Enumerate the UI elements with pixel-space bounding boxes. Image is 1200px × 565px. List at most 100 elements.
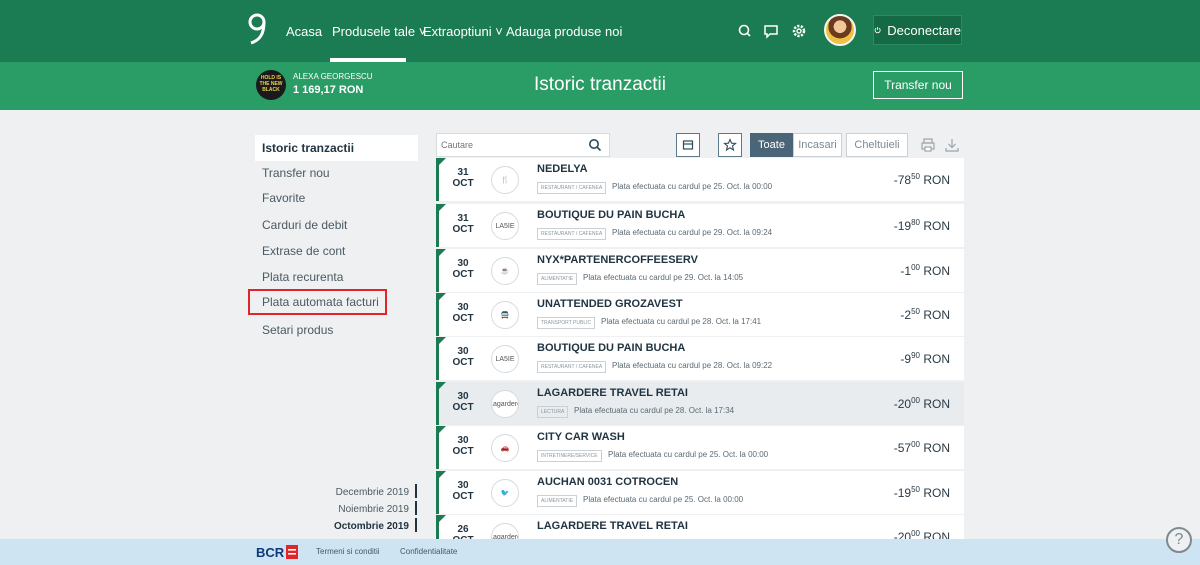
- category-badge: INTRETINERE/SERVICE: [537, 450, 602, 462]
- transaction-description: Plata efectuata cu cardul pe 25. Oct. la…: [612, 182, 773, 191]
- merchant-name: BOUTIQUE DU PAIN BUCHA: [537, 209, 686, 221]
- merchant-name: NYX*PARTENERCOFFEESERV: [537, 254, 698, 266]
- category-badge: ALIMENTATIE: [537, 273, 578, 285]
- row-flag: [436, 158, 446, 168]
- month-decembrie[interactable]: Decembrie 2019: [336, 487, 409, 498]
- transaction-day: 30: [457, 346, 469, 357]
- logout-button[interactable]: Deconectare: [873, 15, 962, 45]
- month-marker: [415, 518, 417, 532]
- transaction-month: OCT: [452, 402, 474, 413]
- transaction-row[interactable]: 31 OCT 🍴 NEDELYA RESTAURANT / CAFENEA Plata e…: [436, 158, 964, 201]
- nav-produsele-tale[interactable]: Produsele tale ˅: [332, 24, 426, 39]
- transaction-description: Plata efectuata cu cardul pe 28. Oct. la…: [574, 406, 735, 415]
- merchant-logo-icon: 🚍: [491, 301, 519, 329]
- month-octombrie[interactable]: Octombrie 2019: [334, 521, 409, 532]
- account-header: HOLD IS THE NEW BLACK ALEXA GEORGESCU 1 …: [0, 62, 1200, 110]
- month-marker: [415, 484, 417, 498]
- merchant-name: NEDELYA: [537, 163, 588, 175]
- george-logo-icon[interactable]: [246, 12, 268, 46]
- transaction-amount: -1980 RON: [893, 218, 950, 233]
- transaction-row[interactable]: 30 OCT ☕ NYX*PARTENERCOFFEESERV ALIMENTATIE P…: [436, 249, 964, 292]
- search-icon[interactable]: [736, 22, 754, 40]
- transaction-month: OCT: [452, 224, 474, 235]
- transaction-day: 30: [457, 435, 469, 446]
- sidebar-item-favorite[interactable]: Favorite: [255, 185, 418, 211]
- transaction-day: 26: [457, 524, 469, 535]
- transaction-day: 30: [457, 391, 469, 402]
- transaction-amount: -5700 RON: [893, 440, 950, 455]
- page-title: Istoric tranzactii: [534, 74, 666, 95]
- sidebar-item-plata-recurenta[interactable]: Plata recurenta: [255, 264, 418, 290]
- transaction-date: 31 OCT: [449, 167, 477, 189]
- nav-extraoptiuni[interactable]: Extraoptiuni ˅: [423, 24, 503, 39]
- merchant-logo-icon: 🐦: [491, 479, 519, 507]
- filter-incasari[interactable]: Incasari: [793, 133, 842, 157]
- transaction-date: 31 OCT: [449, 213, 477, 235]
- transfer-nou-button[interactable]: Transfer nou: [873, 71, 963, 99]
- transaction-description: Plata efectuata cu cardul pe 25. Oct. la…: [608, 450, 769, 459]
- transaction-row[interactable]: 30 OCT LA5IE BOUTIQUE DU PAIN BUCHA RESTAURA…: [436, 337, 964, 380]
- merchant-name: CITY CAR WASH: [537, 431, 625, 443]
- month-marker: [415, 501, 417, 515]
- search-icon[interactable]: [588, 138, 602, 152]
- transaction-day: 31: [457, 167, 469, 178]
- nav-adauga-produse[interactable]: Adauga produse noi: [506, 24, 622, 39]
- transaction-row[interactable]: 30OCT Lagardere LAGARDERE TRAVEL RETAI LECT…: [436, 382, 964, 425]
- transaction-day: 31: [457, 213, 469, 224]
- settings-icon[interactable]: [790, 22, 808, 40]
- search-box: [436, 133, 610, 157]
- merchant-name: UNATTENDED GROZAVEST: [537, 298, 683, 310]
- transaction-month: OCT: [452, 491, 474, 502]
- download-icon[interactable]: [944, 137, 960, 153]
- user-avatar[interactable]: [824, 14, 856, 46]
- merchant-name: LAGARDERE TRAVEL RETAI: [537, 387, 688, 399]
- transaction-row[interactable]: 31 OCT LA5IE BOUTIQUE DU PAIN BUCHA RESTAURA…: [436, 204, 964, 247]
- month-noiembrie[interactable]: Noiembrie 2019: [338, 504, 409, 515]
- footer-link-termeni[interactable]: Termeni si conditii: [316, 547, 380, 556]
- merchant-logo-icon: 🚗: [491, 434, 519, 462]
- transaction-amount: -1950 RON: [893, 485, 950, 500]
- card-view-button[interactable]: [676, 133, 700, 157]
- transaction-month: OCT: [452, 313, 474, 324]
- help-button[interactable]: ?: [1166, 527, 1192, 553]
- bcr-logo[interactable]: BCR: [256, 545, 284, 560]
- transaction-description: Plata efectuata cu cardul pe 28. Oct. la…: [612, 361, 773, 370]
- merchant-logo-icon: ☕: [491, 257, 519, 285]
- top-navbar: Acasa Produsele tale ˅ Extraoptiuni ˅ Ad…: [0, 0, 1200, 62]
- merchant-logo-icon: 🍴: [491, 166, 519, 194]
- sidebar-item-setari[interactable]: Setari produs: [255, 317, 418, 343]
- transaction-month: OCT: [452, 357, 474, 368]
- sidebar-item-carduri[interactable]: Carduri de debit: [255, 212, 418, 238]
- transaction-day: 30: [457, 258, 469, 269]
- filter-toate[interactable]: Toate: [750, 133, 793, 157]
- transaction-amount: -990 RON: [900, 351, 950, 366]
- merchant-name: BOUTIQUE DU PAIN BUCHA: [537, 342, 686, 354]
- category-badge: RESTAURANT / CAFENEA: [537, 228, 607, 240]
- transaction-month: OCT: [452, 446, 474, 457]
- row-flag: [436, 293, 446, 303]
- nav-acasa[interactable]: Acasa: [286, 24, 322, 39]
- sidebar-item-plata-automata[interactable]: Plata automata facturi: [248, 289, 387, 315]
- transaction-amount: -250 RON: [900, 307, 950, 322]
- chat-icon[interactable]: [762, 22, 780, 40]
- power-icon: [874, 26, 881, 34]
- transaction-month: OCT: [452, 178, 474, 189]
- merchant-name: AUCHAN 0031 COTROCEN: [537, 476, 679, 488]
- transaction-description: Plata efectuata cu cardul pe 28. Oct. la…: [601, 317, 762, 326]
- row-flag: [436, 249, 446, 259]
- print-icon[interactable]: [920, 137, 936, 153]
- transaction-row[interactable]: 30 OCT 🐦 AUCHAN 0031 COTROCEN ALIMENTATIE Pla…: [436, 471, 964, 514]
- favorite-filter-button[interactable]: [718, 133, 742, 157]
- filter-cheltuieli[interactable]: Cheltuieli: [846, 133, 908, 157]
- footer-link-confidentialitate[interactable]: Confidentialitate: [400, 547, 457, 556]
- transaction-date: 30 OCT: [449, 391, 477, 413]
- sidebar-item-transfer[interactable]: Transfer nou: [255, 160, 418, 186]
- transaction-date: 30 OCT: [449, 435, 477, 457]
- search-input[interactable]: [437, 134, 577, 156]
- sidebar-item-extrase[interactable]: Extrase de cont: [255, 238, 418, 264]
- sidebar-item-istoric[interactable]: Istoric tranzactii: [255, 135, 418, 161]
- transaction-description: Plata efectuata cu cardul pe 25. Oct. la…: [583, 495, 744, 504]
- transaction-row[interactable]: 30 OCT 🚗 CITY CAR WASH INTRETINERE/SERVICE Pl…: [436, 426, 964, 469]
- transaction-row[interactable]: 30 OCT 🚍 UNATTENDED GROZAVEST TRANSPORT PUBL…: [436, 293, 964, 336]
- card-icon: [682, 140, 694, 150]
